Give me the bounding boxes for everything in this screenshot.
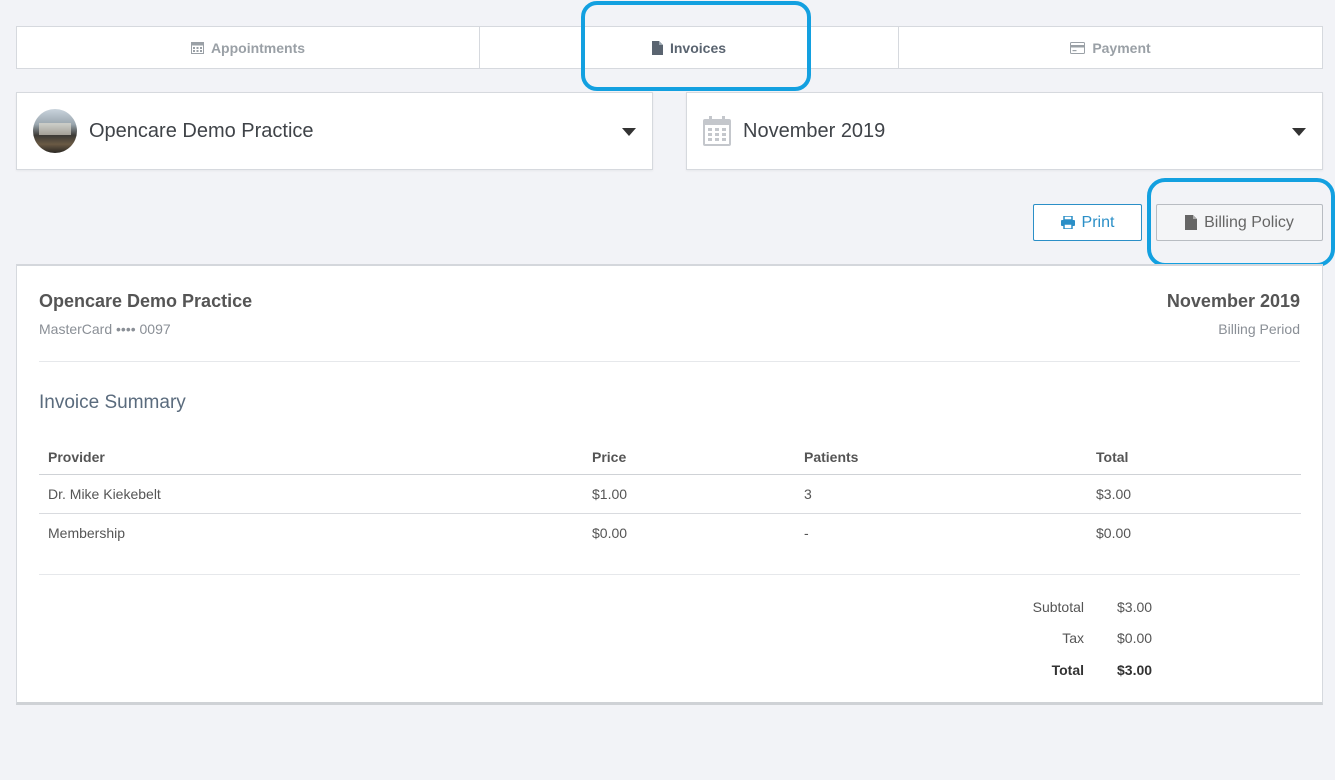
tab-payment[interactable]: Payment: [898, 27, 1322, 68]
invoice-practice-name: Opencare Demo Practice: [39, 291, 253, 311]
column-header-patients: Patients: [795, 440, 1087, 475]
subtotal-value: $3.00: [1117, 599, 1153, 615]
credit-card-icon: [1070, 41, 1086, 54]
calendar-icon: [703, 116, 731, 146]
caret-down-icon: [622, 128, 636, 136]
cell-total: $3.00: [1087, 474, 1301, 514]
cell-price: $0.00: [592, 525, 628, 541]
cell-total: $0.00: [1096, 525, 1132, 541]
total-value: $3.00: [1117, 662, 1153, 678]
practice-select-value: Opencare Demo Practice: [89, 119, 314, 142]
tab-appointments[interactable]: Appointments: [17, 27, 479, 68]
print-label: Print: [1081, 213, 1115, 231]
billing-period-label: Billing Period: [1218, 321, 1300, 337]
period-select-value: November 2019: [743, 119, 886, 142]
tab-bar: Appointments Invoices Payment: [16, 26, 1323, 69]
file-icon: [651, 40, 663, 55]
period-select[interactable]: November 2019: [686, 92, 1323, 170]
calendar-icon: [190, 42, 204, 54]
invoice-table: Provider Price Patients Total Dr. Mike K…: [39, 440, 1301, 552]
cell-provider: Dr. Mike Kiekebelt: [39, 474, 583, 514]
tab-label: Appointments: [210, 39, 306, 56]
practice-avatar: [33, 109, 77, 153]
subtotal-label: Subtotal: [1032, 599, 1084, 615]
tab-label: Invoices: [669, 39, 727, 56]
billing-policy-label: Billing Policy: [1204, 213, 1294, 231]
cell-patients: -: [804, 525, 809, 541]
practice-select[interactable]: Opencare Demo Practice: [16, 92, 653, 170]
invoice-summary-title: Invoice Summary: [39, 392, 186, 413]
column-header-total: Total: [1087, 440, 1301, 475]
print-button[interactable]: Print: [1033, 204, 1142, 241]
tab-invoices[interactable]: Invoices: [479, 27, 898, 68]
billing-policy-button[interactable]: Billing Policy: [1156, 204, 1323, 241]
table-header-row: Provider Price Patients Total: [39, 440, 1301, 475]
tab-label: Payment: [1092, 39, 1151, 56]
caret-down-icon: [1292, 128, 1306, 136]
total-label: Total: [1051, 662, 1084, 678]
tax-value: $0.00: [1117, 630, 1153, 646]
cell-patients: 3: [795, 474, 1087, 514]
invoice-period: November 2019: [1166, 291, 1300, 311]
cell-provider: Membership: [48, 525, 126, 541]
file-icon: [1185, 215, 1198, 230]
cell-price: $1.00: [583, 474, 795, 514]
column-header-provider: Provider: [39, 440, 583, 475]
payment-card-info: MasterCard •••• 0097: [39, 321, 171, 337]
divider: [39, 361, 1300, 362]
tax-label: Tax: [1062, 630, 1084, 646]
table-row: Membership $0.00 - $0.00: [39, 514, 1301, 553]
divider: [39, 574, 1300, 575]
printer-icon: [1060, 216, 1075, 229]
invoice-card: Opencare Demo Practice MasterCard •••• 0…: [16, 264, 1323, 705]
table-row: Dr. Mike Kiekebelt $1.00 3 $3.00: [39, 474, 1301, 514]
column-header-price: Price: [583, 440, 795, 475]
